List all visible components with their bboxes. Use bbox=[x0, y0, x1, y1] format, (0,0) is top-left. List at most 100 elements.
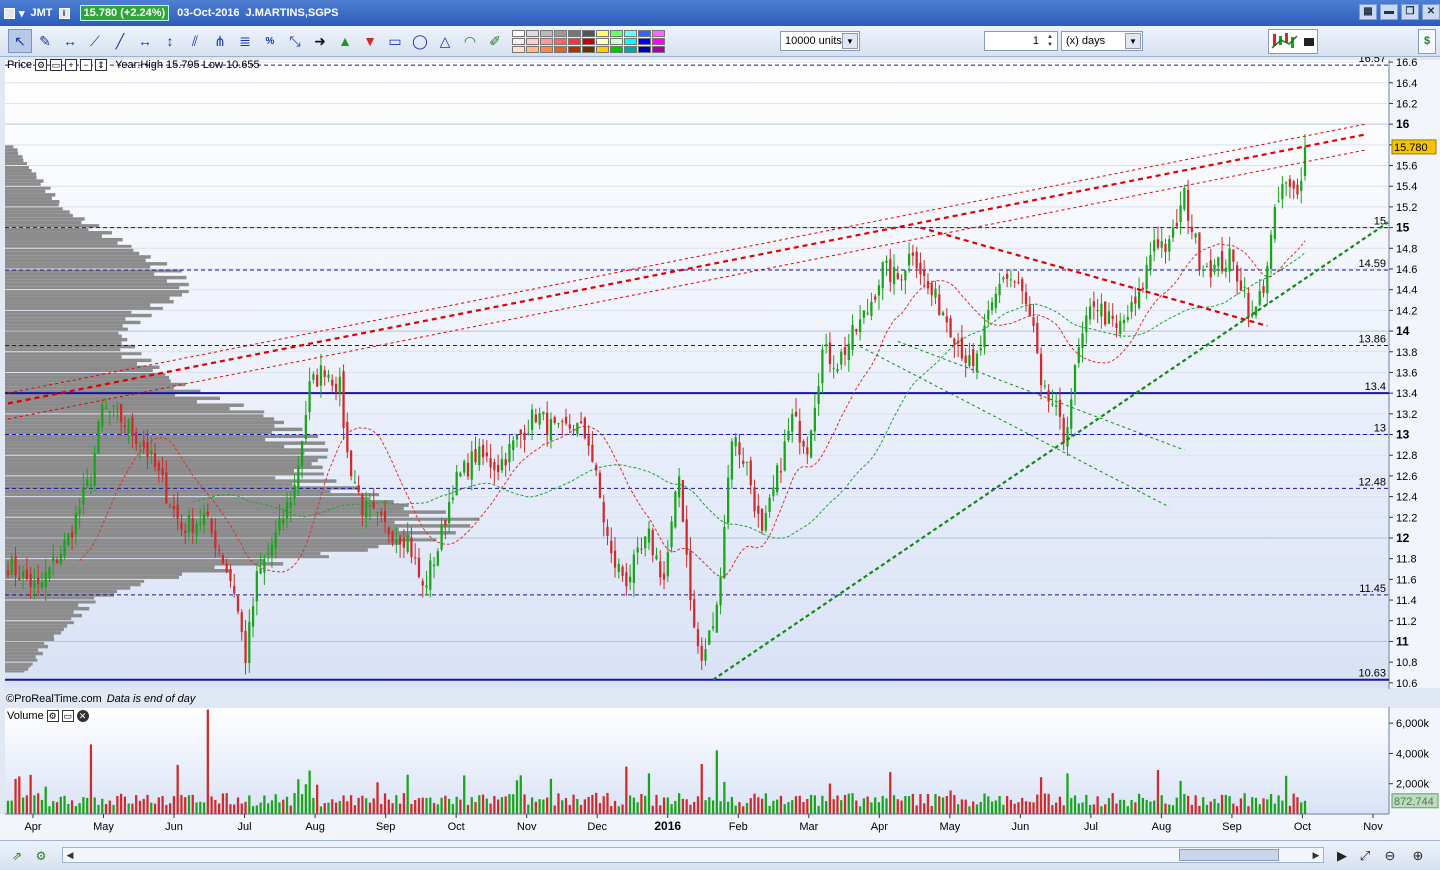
color-swatch[interactable] bbox=[610, 37, 623, 45]
scroll-right-icon[interactable]: ▶ bbox=[1310, 849, 1322, 861]
color-swatch[interactable] bbox=[652, 29, 665, 37]
scroll-left-icon[interactable]: ◀ bbox=[64, 849, 76, 861]
pencil-icon[interactable]: ✐ bbox=[483, 29, 507, 53]
horizontal-line-icon[interactable]: ↔ bbox=[133, 29, 157, 53]
color-swatch[interactable] bbox=[596, 37, 609, 45]
info-icon[interactable]: i bbox=[58, 7, 74, 19]
window-icon[interactable]: ▭ bbox=[50, 59, 63, 71]
move-icon[interactable]: ⇕ bbox=[95, 59, 108, 71]
add-indicator-icon[interactable]: + bbox=[65, 59, 78, 71]
color-swatch[interactable] bbox=[540, 29, 553, 37]
candle-body bbox=[1006, 273, 1009, 279]
spin-icon[interactable]: ▲ ▼ bbox=[1044, 33, 1056, 49]
candle-body bbox=[1243, 286, 1246, 288]
color-swatch[interactable] bbox=[624, 45, 637, 53]
symbol-label[interactable]: JMT bbox=[31, 7, 53, 19]
zoom-in-icon[interactable]: ⊕ bbox=[1408, 847, 1428, 865]
color-swatch[interactable] bbox=[596, 29, 609, 37]
chevron-down-icon[interactable]: ▼ bbox=[1125, 33, 1141, 49]
percent-icon[interactable]: % bbox=[258, 29, 282, 53]
color-swatch[interactable] bbox=[568, 45, 581, 53]
volume-bar bbox=[1115, 803, 1118, 814]
trendline-icon[interactable]: ⟋ bbox=[83, 29, 107, 53]
color-swatch[interactable] bbox=[638, 29, 651, 37]
ruler-icon[interactable]: ✎ bbox=[33, 29, 57, 53]
window-icon[interactable]: ▭ bbox=[61, 710, 74, 722]
fibonacci-icon[interactable]: ≣ bbox=[233, 29, 257, 53]
restore-icon[interactable]: ❐ bbox=[1401, 4, 1419, 20]
profile-bar bbox=[5, 172, 37, 176]
fit-icon[interactable]: ⤢ bbox=[1355, 847, 1375, 865]
color-swatch[interactable] bbox=[652, 37, 665, 45]
horizontal-scrollbar[interactable]: ◀ ▶ bbox=[62, 847, 1324, 863]
color-swatch[interactable] bbox=[526, 29, 539, 37]
color-swatch[interactable] bbox=[554, 29, 567, 37]
color-swatch[interactable] bbox=[610, 29, 623, 37]
volume-bar bbox=[651, 805, 654, 814]
close-icon[interactable]: ✕ bbox=[1422, 4, 1440, 20]
color-swatch[interactable] bbox=[610, 45, 623, 53]
color-swatch[interactable] bbox=[554, 45, 567, 53]
share-icon[interactable]: ⇗ bbox=[8, 847, 26, 865]
ellipse-icon[interactable]: ◯ bbox=[408, 29, 432, 53]
color-swatch[interactable] bbox=[554, 37, 567, 45]
arc-icon[interactable]: ◠ bbox=[458, 29, 482, 53]
remove-indicator-icon[interactable]: − bbox=[80, 59, 93, 71]
color-swatch[interactable] bbox=[512, 29, 525, 37]
minimize-icon[interactable]: ▬ bbox=[1380, 4, 1398, 20]
color-swatch[interactable] bbox=[652, 45, 665, 53]
candle-body bbox=[37, 577, 40, 584]
cross-icon[interactable]: ⤡ bbox=[283, 29, 307, 53]
color-swatch[interactable] bbox=[582, 37, 595, 45]
period-stepper[interactable]: 1 ▲ ▼ bbox=[984, 31, 1058, 51]
chevron-down-icon[interactable]: ▼ bbox=[842, 33, 858, 49]
color-swatch[interactable] bbox=[526, 37, 539, 45]
color-swatch[interactable] bbox=[568, 37, 581, 45]
side-panel-button[interactable]: $ bbox=[1418, 29, 1436, 54]
triangle-icon[interactable]: △ bbox=[433, 29, 457, 53]
volume-bar bbox=[368, 802, 372, 814]
profile-bar bbox=[5, 296, 170, 301]
color-swatch[interactable] bbox=[568, 29, 581, 37]
scroll-thumb[interactable] bbox=[1179, 849, 1279, 861]
color-swatch[interactable] bbox=[512, 37, 525, 45]
arrow-right-icon[interactable]: ➜ bbox=[308, 29, 332, 53]
channel-icon[interactable]: ⫽ bbox=[183, 29, 207, 53]
color-swatch[interactable] bbox=[540, 37, 553, 45]
color-swatch[interactable] bbox=[638, 37, 651, 45]
horizontal-arrow-icon[interactable]: ↔ bbox=[58, 29, 82, 53]
rectangle-icon[interactable]: ▭ bbox=[383, 29, 407, 53]
color-swatch[interactable] bbox=[582, 29, 595, 37]
price-chart[interactable]: 16.57 15 14.59 13.86 13.4 13 12.48 11.45 10.63 1… bbox=[0, 57, 1440, 840]
close-icon[interactable]: ✕ bbox=[76, 710, 89, 722]
vertical-line-icon[interactable]: ↕ bbox=[158, 29, 182, 53]
color-swatch[interactable] bbox=[624, 37, 637, 45]
color-swatch[interactable] bbox=[596, 45, 609, 53]
profile-bar bbox=[5, 189, 46, 194]
color-swatch[interactable] bbox=[540, 45, 553, 53]
arrow-down-icon[interactable]: ▼ bbox=[358, 29, 382, 53]
color-swatch[interactable] bbox=[638, 45, 651, 53]
chart-type-button[interactable] bbox=[1268, 29, 1318, 54]
wrench-icon[interactable]: ⚙ bbox=[46, 710, 59, 722]
pointer-icon[interactable]: ↖ bbox=[8, 29, 32, 53]
arrow-up-icon[interactable]: ▲ bbox=[333, 29, 357, 53]
window-menu-icon[interactable]: ▾ bbox=[4, 7, 25, 20]
layout-icon[interactable]: ▦ bbox=[1359, 4, 1377, 20]
volume-bar bbox=[263, 795, 266, 814]
color-swatch[interactable] bbox=[624, 29, 637, 37]
play-icon[interactable]: ▶ bbox=[1332, 847, 1352, 865]
candle-body bbox=[150, 450, 153, 455]
color-swatch[interactable] bbox=[512, 45, 525, 53]
fan-icon[interactable]: ⋔ bbox=[208, 29, 232, 53]
segment-icon[interactable]: ╱ bbox=[108, 29, 132, 53]
volume-bar bbox=[546, 797, 549, 814]
color-swatch[interactable] bbox=[526, 45, 539, 53]
indicator-icon[interactable]: ⚙ bbox=[32, 847, 50, 865]
wrench-icon[interactable]: ⚙ bbox=[35, 59, 48, 71]
zoom-out-icon[interactable]: ⊖ bbox=[1380, 847, 1400, 865]
period-unit-select[interactable]: (x) days ▼ bbox=[1061, 31, 1143, 51]
units-select[interactable]: 10000 units ▼ bbox=[780, 31, 860, 51]
color-palette[interactable] bbox=[512, 29, 665, 53]
color-swatch[interactable] bbox=[582, 45, 595, 53]
